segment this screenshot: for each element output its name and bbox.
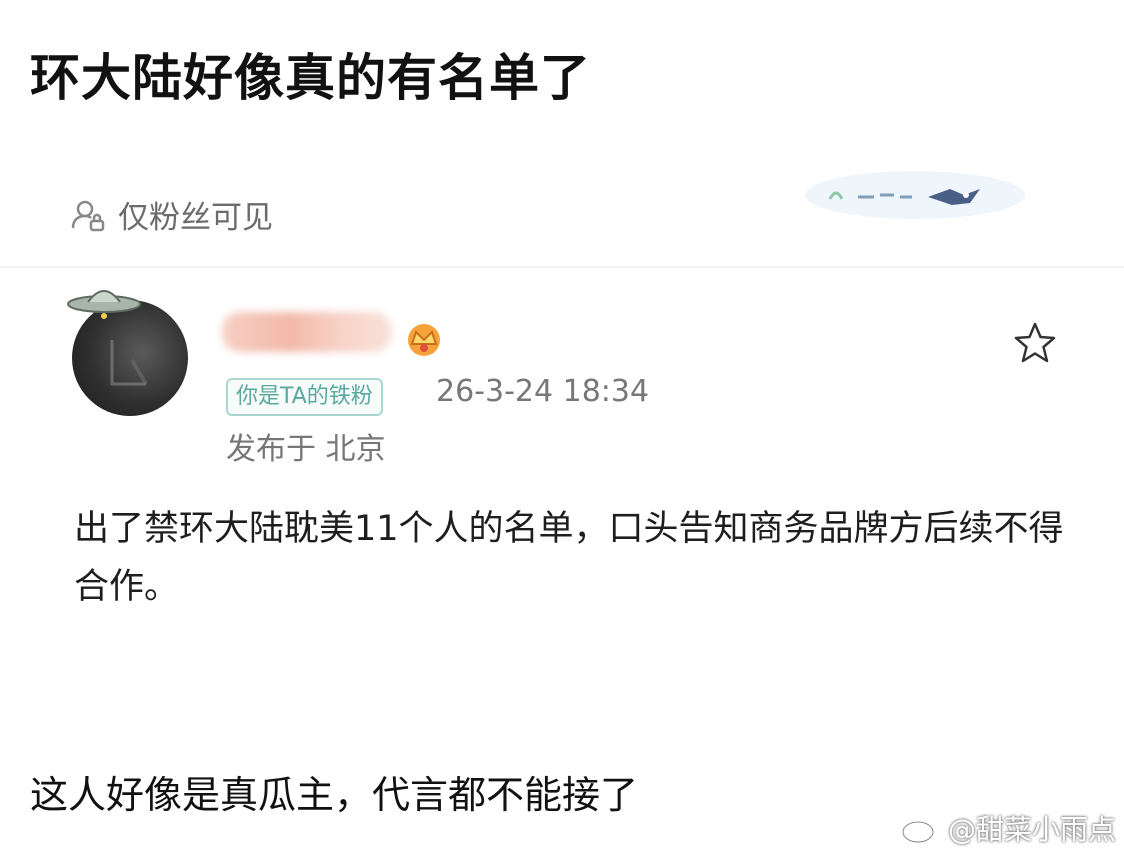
- user-avatar[interactable]: [64, 280, 204, 420]
- lock-person-icon: [71, 200, 105, 231]
- headline-title: 环大陆好像真的有名单了: [30, 49, 591, 107]
- post-location: 发布于 北京: [226, 432, 386, 467]
- fans-only-indicator: 仅粉丝可见: [68, 192, 273, 237]
- section-divider: [0, 266, 1124, 268]
- caption-text: 这人好像是真瓜主，代言都不能接了: [30, 773, 639, 817]
- decorative-bird-illustration: [805, 171, 1025, 219]
- iron-fan-badge: 你是TA的铁粉: [226, 378, 383, 416]
- post-timestamp: 26-3-24 18:34: [436, 374, 650, 409]
- star-icon[interactable]: [1012, 320, 1058, 366]
- watermark: @甜菜小雨点: [900, 808, 1116, 848]
- watermark-text: @甜菜小雨点: [948, 813, 1117, 846]
- username-blurred[interactable]: [222, 312, 392, 352]
- crown-badge-icon: [408, 324, 440, 356]
- ufo-pendant-icon: [67, 290, 141, 319]
- fans-only-label: 仅粉丝可见: [118, 200, 273, 236]
- post-body-text: 出了禁环大陆耽美11个人的名单，口头告知商务品牌方后续不得合作。: [74, 509, 1064, 607]
- weibo-logo-icon: [901, 815, 939, 844]
